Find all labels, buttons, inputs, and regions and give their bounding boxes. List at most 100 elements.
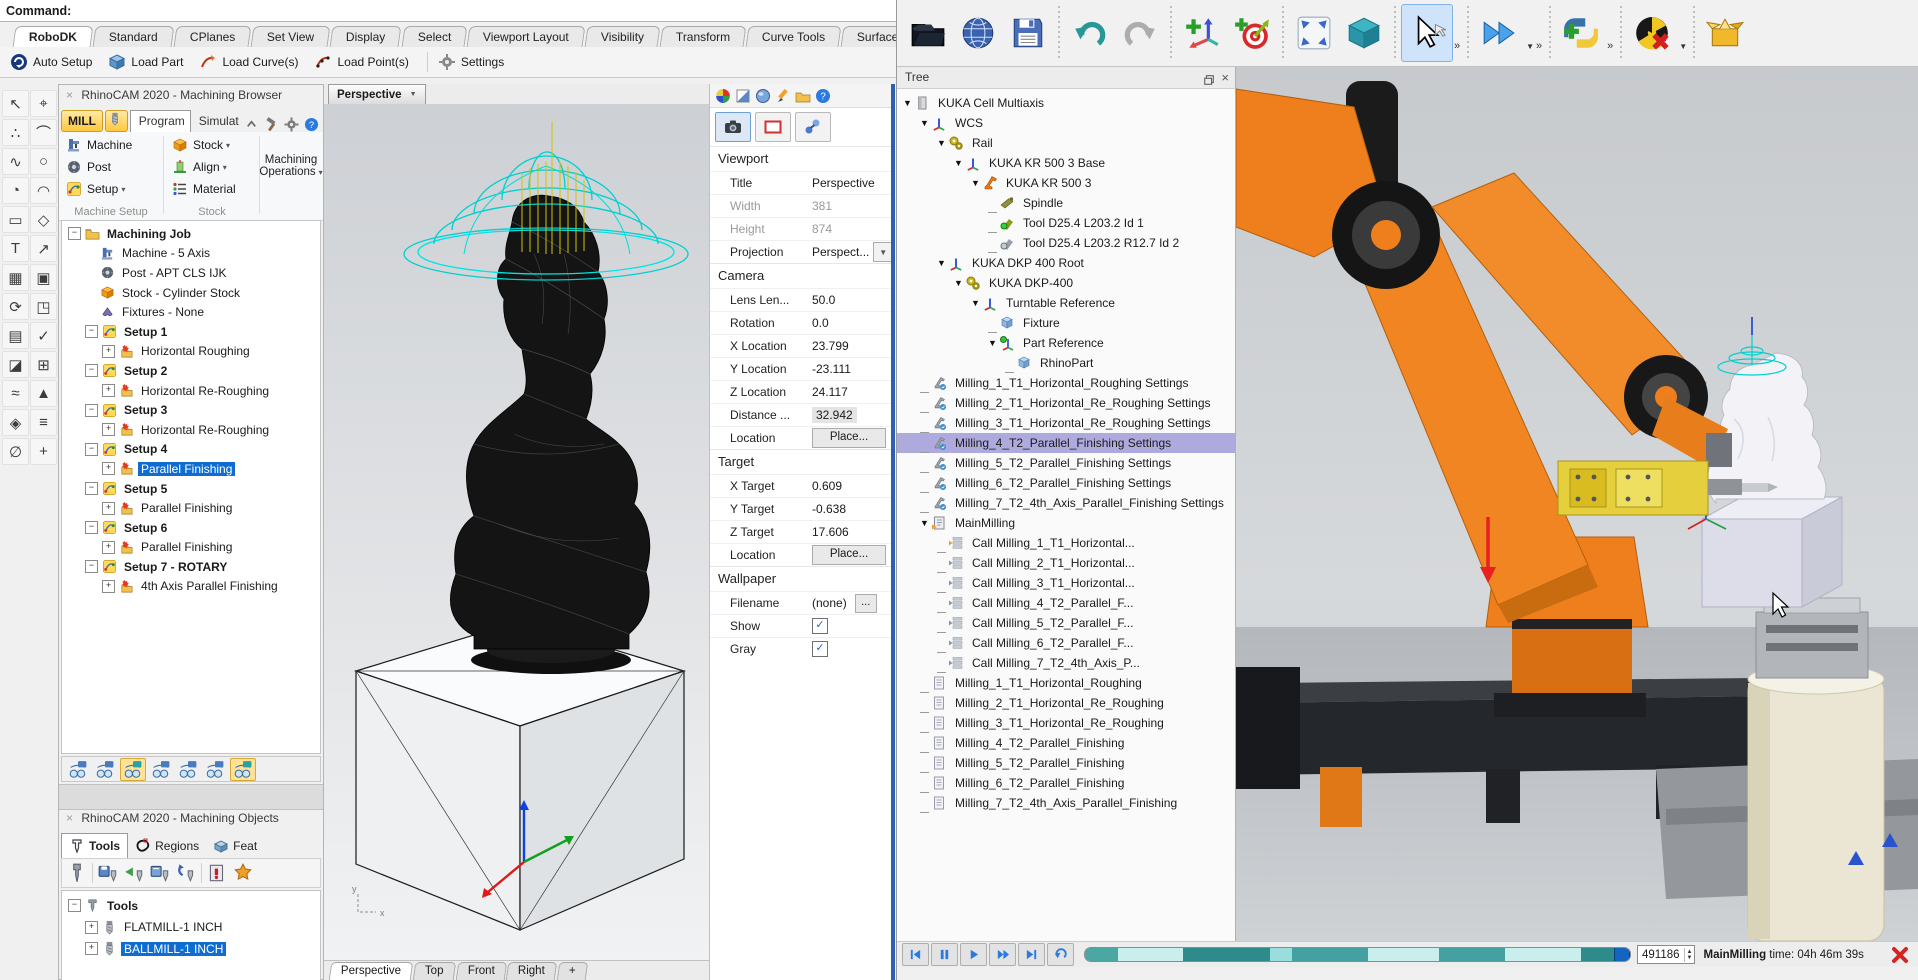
- collapse-box-icon[interactable]: −: [85, 443, 98, 456]
- open-file-button[interactable]: [903, 5, 953, 61]
- station-tree-row[interactable]: ▼Part Reference: [897, 333, 1235, 353]
- station-tree-row[interactable]: Milling_2_T1_Horizontal_Re_Roughing: [897, 693, 1235, 713]
- tree-row[interactable]: −Setup 7 - ROTARY: [62, 557, 320, 577]
- value-text[interactable]: Perspect...: [812, 245, 869, 259]
- fit-view-button[interactable]: [1289, 5, 1339, 61]
- post-button[interactable]: Post: [61, 156, 132, 178]
- property-value[interactable]: -23.111: [808, 362, 893, 376]
- array-icon[interactable]: ≈: [2, 380, 29, 407]
- viewport-tab-perspective[interactable]: Perspective: [329, 962, 414, 980]
- redo-button[interactable]: [1115, 5, 1165, 61]
- collapse-box-icon[interactable]: −: [85, 521, 98, 534]
- machine-button[interactable]: Machine: [61, 134, 132, 156]
- menu-tab-visibility[interactable]: Visibility: [584, 26, 660, 47]
- pause-button[interactable]: [931, 943, 958, 966]
- station-tree-row[interactable]: Milling_7_T2_4th_Axis_Parallel_Finishing…: [897, 493, 1235, 513]
- online-library-button[interactable]: [953, 5, 1003, 61]
- tree-row[interactable]: −Machining Job: [62, 224, 320, 244]
- tree-row[interactable]: Fixtures - None: [62, 302, 320, 322]
- tree-row[interactable]: −Setup 3: [62, 400, 320, 420]
- help-icon[interactable]: ?: [304, 117, 319, 132]
- expand-box-icon[interactable]: +: [102, 462, 115, 475]
- station-tree-row[interactable]: Call Milling_4_T2_Parallel_F...: [897, 593, 1235, 613]
- expand-triangle-icon[interactable]: ▼: [901, 98, 914, 108]
- expand-triangle-icon[interactable]: ▼: [918, 118, 931, 128]
- rectangle-icon[interactable]: ◇: [30, 206, 57, 233]
- expand-box-icon[interactable]: +: [102, 502, 115, 515]
- tree-row[interactable]: +Parallel Finishing: [62, 498, 320, 518]
- leader-icon[interactable]: ▣: [30, 264, 57, 291]
- station-tree-row[interactable]: Milling_6_T2_Parallel_Finishing: [897, 773, 1235, 793]
- menu-tab-standard[interactable]: Standard: [93, 26, 175, 47]
- property-value[interactable]: 874: [808, 222, 893, 236]
- close-icon[interactable]: ×: [66, 88, 73, 102]
- slider-handle[interactable]: [1614, 947, 1630, 962]
- select-arrow-icon[interactable]: ↖: [2, 90, 29, 117]
- property-value[interactable]: -0.638: [808, 502, 893, 516]
- menu-tab-robodk[interactable]: RoboDK: [13, 26, 94, 47]
- tab-simulate[interactable]: Simulat: [191, 111, 244, 132]
- property-value[interactable]: ✓: [808, 641, 893, 657]
- auto-setup-button[interactable]: Auto Setup: [10, 53, 92, 71]
- run-fast-simulation-button[interactable]: [1474, 5, 1524, 61]
- station-tree-row[interactable]: Milling_1_T1_Horizontal_Roughing: [897, 673, 1235, 693]
- station-tree-row[interactable]: Call Milling_5_T2_Parallel_F...: [897, 613, 1235, 633]
- settings-button[interactable]: Settings: [438, 53, 504, 71]
- mill-tool-icon[interactable]: [105, 110, 128, 132]
- value-text[interactable]: -23.111: [812, 362, 851, 376]
- station-tree-row[interactable]: Milling_1_T1_Horizontal_Roughing Setting…: [897, 373, 1235, 393]
- value-text[interactable]: 381: [812, 199, 832, 213]
- chevron-down-icon[interactable]: ▼: [1679, 42, 1687, 51]
- tree-row[interactable]: Stock - Cylinder Stock: [62, 283, 320, 303]
- property-value[interactable]: (none)...: [808, 594, 893, 613]
- value-text[interactable]: 24.117: [812, 385, 848, 399]
- trim-icon[interactable]: ▲: [30, 380, 57, 407]
- load-points-button[interactable]: Load Point(s): [314, 53, 408, 71]
- expand-triangle-icon[interactable]: ▼: [952, 278, 965, 288]
- add-reference-frame-button[interactable]: [1177, 5, 1227, 61]
- circle-icon[interactable]: ◔: [2, 177, 29, 204]
- rhino-3d-canvas[interactable]: y x: [324, 104, 709, 960]
- value-text[interactable]: 0.0: [812, 316, 829, 330]
- tree-row[interactable]: +BALLMILL-1 INCH: [62, 938, 320, 960]
- save-tool-library-icon[interactable]: [97, 862, 119, 884]
- station-tree-row[interactable]: ▼MainMilling: [897, 513, 1235, 533]
- expand-box-icon[interactable]: +: [102, 580, 115, 593]
- property-value[interactable]: Perspective: [808, 176, 893, 190]
- property-value[interactable]: 50.0: [808, 293, 893, 307]
- station-tree-row[interactable]: Call Milling_3_T1_Horizontal...: [897, 573, 1235, 593]
- station-tree-row[interactable]: Call Milling_2_T1_Horizontal...: [897, 553, 1235, 573]
- play-button[interactable]: [960, 943, 987, 966]
- skip-to-end-button[interactable]: [1018, 943, 1045, 966]
- expand-triangle-icon[interactable]: ▼: [952, 158, 965, 168]
- menu-tab-set-view[interactable]: Set View: [251, 26, 331, 47]
- expand-box-icon[interactable]: +: [85, 942, 98, 955]
- menu-tab-transform[interactable]: Transform: [659, 26, 746, 47]
- render-sphere-icon[interactable]: [755, 88, 771, 104]
- tree-row[interactable]: −Setup 1: [62, 322, 320, 342]
- tree-row[interactable]: +4th Axis Parallel Finishing: [62, 577, 320, 597]
- link-mode-button[interactable]: [795, 112, 831, 142]
- tree-row[interactable]: +FLATMILL-1 INCH: [62, 917, 320, 939]
- mesh-icon[interactable]: ∅: [2, 438, 29, 465]
- help-icon[interactable]: ?: [815, 88, 831, 104]
- menu-tab-viewport-layout[interactable]: Viewport Layout: [466, 26, 585, 47]
- value-text[interactable]: -0.638: [812, 502, 846, 516]
- station-tree-row[interactable]: Milling_6_T2_Parallel_Finishing Settings: [897, 473, 1235, 493]
- value-text[interactable]: 23.799: [812, 339, 849, 353]
- tree-row[interactable]: +Parallel Finishing: [62, 538, 320, 558]
- folder-icon[interactable]: [795, 88, 811, 104]
- value-text[interactable]: 0.609: [812, 479, 842, 493]
- property-value[interactable]: ✓: [808, 618, 893, 634]
- tree-row[interactable]: +Horizontal Re-Roughing: [62, 381, 320, 401]
- tool-info-icon[interactable]: [206, 862, 228, 884]
- tree-row[interactable]: −Tools: [62, 895, 320, 917]
- line-icon[interactable]: ∿: [2, 148, 29, 175]
- machining-operations-button[interactable]: Machining Operations▾: [262, 140, 320, 192]
- shade-icon[interactable]: +: [30, 438, 57, 465]
- overflow-icon[interactable]: »: [1607, 40, 1613, 52]
- value-text[interactable]: Perspective: [812, 176, 875, 190]
- expand-box-icon[interactable]: +: [102, 423, 115, 436]
- move-icon[interactable]: ◳: [30, 293, 57, 320]
- collapse-box-icon[interactable]: −: [85, 325, 98, 338]
